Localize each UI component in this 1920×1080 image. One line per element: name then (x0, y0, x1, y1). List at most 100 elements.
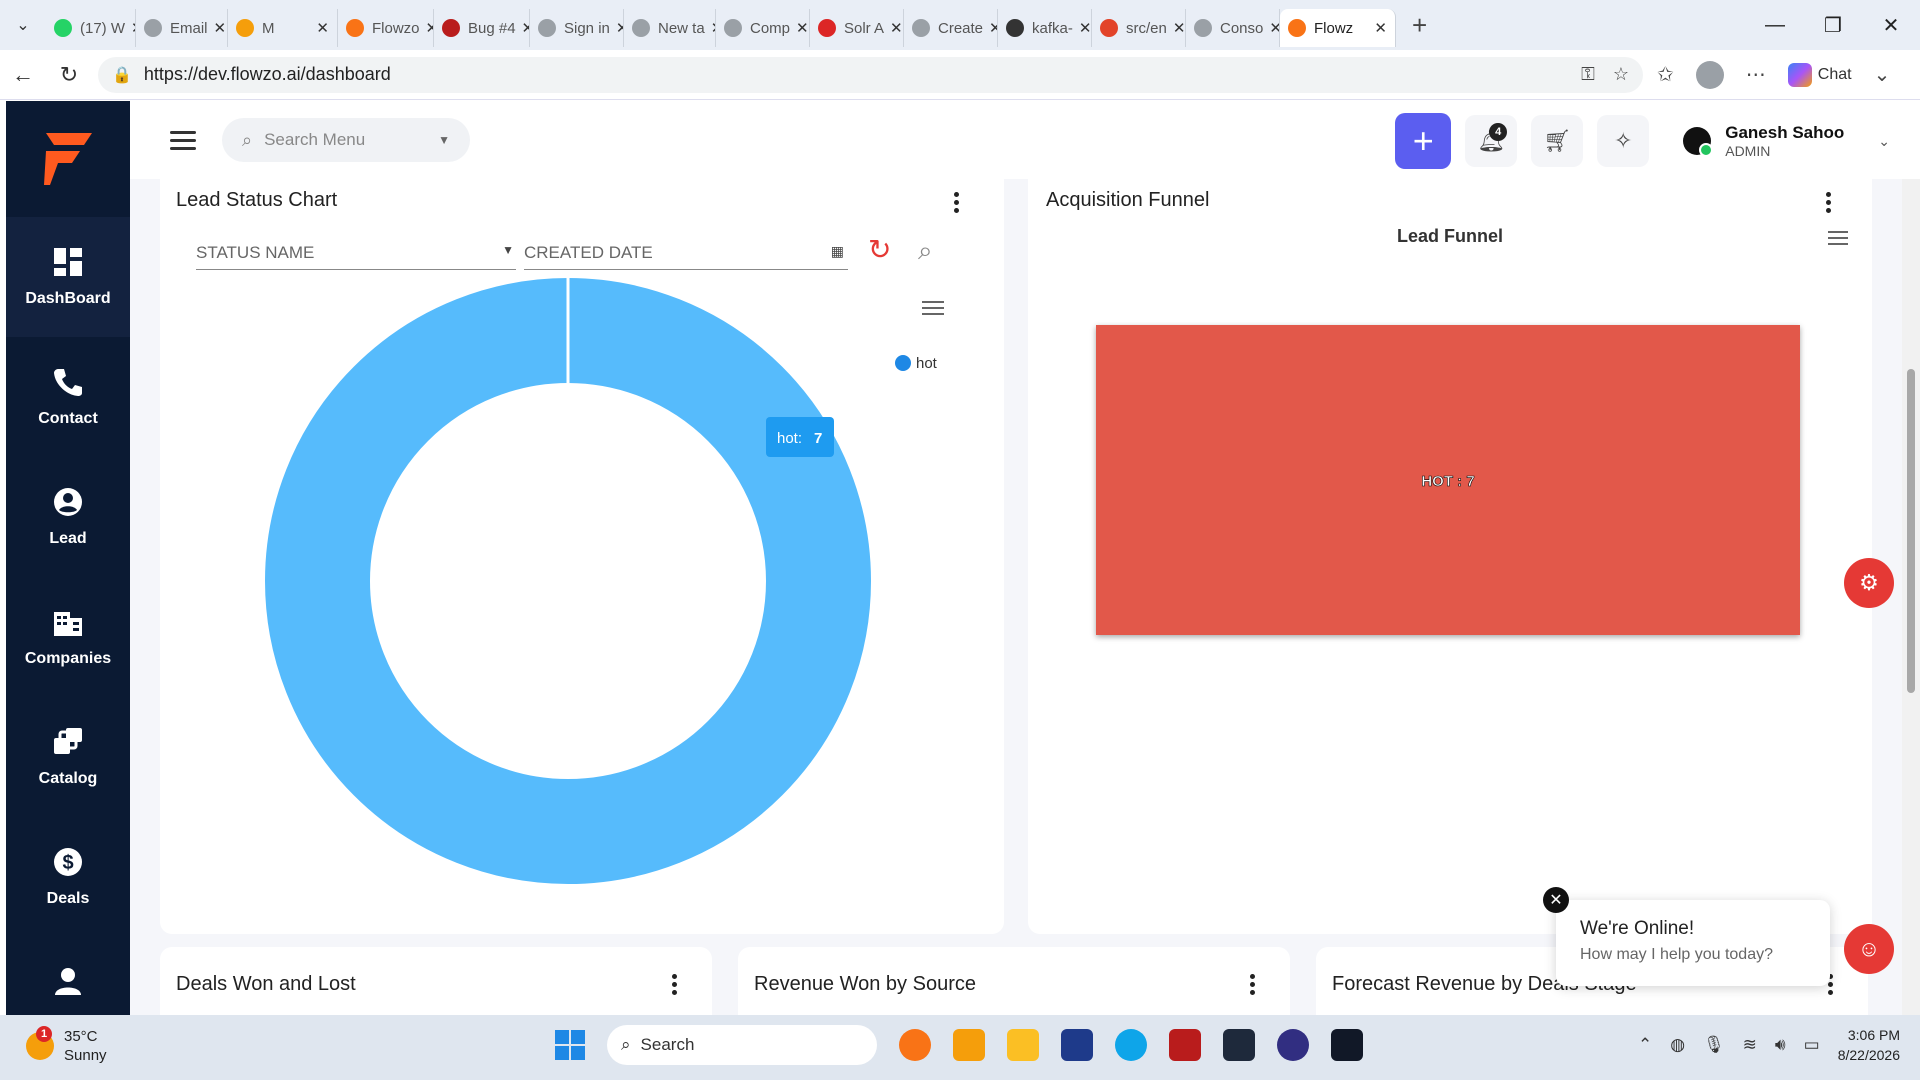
tab-strip: (17) W✕Email✕M✕Flowzo✕Bug #4✕Sign in✕New… (46, 3, 1396, 47)
app-icon-file-explorer[interactable] (1007, 1029, 1039, 1061)
browser-tab[interactable]: (17) W✕ (46, 9, 136, 47)
sidebar-item-companies[interactable]: Companies (6, 577, 130, 697)
sidebar-item-dashboard[interactable]: DashBoard (6, 217, 130, 337)
browser-tab[interactable]: kafka- ✕ (998, 9, 1092, 47)
key-icon[interactable]: ⚿ (1581, 64, 1595, 85)
menu-toggle-icon[interactable] (170, 126, 196, 155)
page-scrollbar[interactable] (1902, 179, 1920, 1015)
tab-close-icon[interactable]: ✕ (208, 19, 227, 37)
close-window-icon[interactable]: ✕ (1862, 0, 1920, 50)
settings-fab[interactable]: ⚙ (1844, 558, 1894, 608)
windows-taskbar: 1 35°C Sunny ⌕ Search ⌃ ◍ 🎙︎ ≋ 🔊︎ ▭ 3:06… (0, 1015, 1920, 1080)
user-chevron-icon: ⌄ (1878, 132, 1890, 149)
chat-label: Chat (1817, 65, 1852, 83)
copilot-chat-button[interactable]: Chat (1787, 62, 1852, 87)
svg-text:$: $ (62, 852, 73, 874)
weather-widget[interactable]: 1 35°C Sunny (26, 1026, 107, 1065)
chevron-up-icon[interactable]: ⌃ (1638, 1035, 1652, 1055)
network-icon[interactable]: ◍ (1670, 1035, 1685, 1055)
browser-tab[interactable]: Flowz ✕ (1280, 9, 1396, 47)
search-icon: ⌕ (621, 1035, 631, 1054)
user-menu[interactable]: Ganesh Sahoo ADMIN ⌄ (1683, 123, 1890, 159)
profile-avatar[interactable] (1695, 60, 1724, 89)
revenue-menu-icon[interactable] (1250, 971, 1256, 998)
browser-tab[interactable]: M ✕ (228, 9, 338, 47)
favorite-star-icon[interactable]: ☆ (1613, 64, 1629, 85)
browser-tab[interactable]: Email ✕ (136, 9, 228, 47)
taskbar-search-label: Search (640, 1035, 695, 1054)
browser-tab[interactable]: Comp ✕ (716, 9, 810, 47)
sidebar-item-deals[interactable]: $ Deals (6, 817, 130, 937)
url-field[interactable]: 🔒 https://dev.flowzo.ai/dashboard ⚿ ☆ (98, 56, 1643, 93)
search-menu-input[interactable]: ⌕ Search Menu ▼ (222, 118, 470, 162)
tab-close-icon[interactable]: ✕ (420, 19, 433, 37)
ai-sparkle-button[interactable]: ✧ (1597, 115, 1650, 167)
taskbar-search[interactable]: ⌕ Search (607, 1025, 877, 1065)
donut-slice-hot[interactable] (265, 278, 871, 884)
app-icon-eclipse[interactable] (1277, 1029, 1309, 1061)
app-icon-terminal[interactable] (1331, 1029, 1363, 1061)
chat-heading: We're Online! (1580, 918, 1695, 939)
tab-close-icon[interactable]: ✕ (1073, 19, 1091, 37)
tab-favicon-icon (1194, 19, 1212, 37)
browser-tab[interactable]: Flowzo✕ (338, 9, 434, 47)
start-button[interactable] (555, 1030, 585, 1060)
tab-close-icon[interactable]: ✕ (125, 19, 135, 37)
new-tab-button[interactable]: + (1396, 10, 1443, 41)
tab-close-icon[interactable]: ✕ (310, 19, 329, 37)
sidebar-item-catalog[interactable]: Catalog (6, 697, 130, 817)
chatbot-fab[interactable]: ☺ (1844, 924, 1894, 974)
app-icon-mysql[interactable] (1061, 1029, 1093, 1061)
funnel-bar-label: HOT : 7 (1421, 473, 1474, 490)
app-icon-shield[interactable] (1169, 1029, 1201, 1061)
app-icon-sublime[interactable] (953, 1029, 985, 1061)
wifi-icon[interactable]: ≋ (1743, 1035, 1757, 1055)
tab-close-icon[interactable]: ✕ (884, 19, 903, 37)
tab-close-icon[interactable]: ✕ (705, 19, 715, 37)
back-icon[interactable]: ← (0, 62, 46, 88)
scrollbar-thumb[interactable] (1907, 369, 1915, 693)
tab-close-icon[interactable]: ✕ (1263, 19, 1279, 37)
app-icon-android-studio[interactable] (1223, 1029, 1255, 1061)
tab-close-icon[interactable]: ✕ (516, 19, 529, 37)
deals-menu-icon[interactable] (672, 971, 678, 998)
tab-close-icon[interactable]: ✕ (1368, 19, 1387, 37)
microphone-icon[interactable]: 🎙︎ (1703, 1035, 1725, 1055)
chat-close-icon[interactable]: ✕ (1543, 887, 1569, 913)
taskbar-clock[interactable]: 3:06 PM 8/22/2026 (1838, 1025, 1900, 1065)
legend-item-hot[interactable]: hot (895, 355, 938, 372)
tab-close-icon[interactable]: ✕ (790, 19, 809, 37)
browser-tab[interactable]: Sign in✕ (530, 9, 624, 47)
browser-tab[interactable]: Create✕ (904, 9, 998, 47)
volume-icon[interactable]: 🔊︎ (1775, 1035, 1786, 1055)
reload-icon[interactable]: ↻ (46, 62, 92, 88)
copilot-icon (1787, 62, 1812, 87)
browser-tab[interactable]: Bug #4✕ (434, 9, 530, 47)
chat-popup[interactable]: We're Online! How may I help you today? (1556, 900, 1830, 986)
sidebar-item-lead[interactable]: Lead (6, 457, 130, 577)
app-icon-compass[interactable] (899, 1029, 931, 1061)
tab-list-dropdown-icon[interactable]: ⌄ (0, 0, 46, 50)
maximize-icon[interactable]: ❐ (1804, 0, 1862, 50)
browser-tab[interactable]: New ta✕ (624, 9, 716, 47)
add-new-button[interactable]: + (1395, 113, 1452, 169)
chevron-down-icon[interactable]: ⌄ (1874, 62, 1891, 87)
cart-button[interactable]: 🛒︎ (1531, 115, 1584, 167)
flowzo-logo[interactable] (6, 101, 130, 217)
battery-icon[interactable]: ▭ (1804, 1035, 1820, 1055)
legend-label: hot (916, 355, 938, 372)
browser-tab[interactable]: Conso✕ (1186, 9, 1280, 47)
funnel-chart-title: Lead Funnel (1397, 226, 1503, 246)
tab-close-icon[interactable]: ✕ (610, 19, 623, 37)
favorites-icon[interactable]: ✩ (1657, 62, 1674, 87)
app-icon-edge[interactable] (1115, 1029, 1147, 1061)
tab-close-icon[interactable]: ✕ (1167, 19, 1185, 37)
sidebar-item-contact[interactable]: Contact (6, 337, 130, 457)
browser-tab[interactable]: Solr A ✕ (810, 9, 904, 47)
funnel-chart-menu-icon[interactable] (1828, 227, 1848, 249)
more-options-icon[interactable]: ⋯ (1746, 62, 1766, 87)
notifications-button[interactable]: 🔔︎ 4 (1465, 115, 1518, 167)
minimize-icon[interactable]: — (1746, 0, 1804, 50)
browser-tab[interactable]: src/en ✕ (1092, 9, 1186, 47)
tab-close-icon[interactable]: ✕ (983, 19, 997, 37)
